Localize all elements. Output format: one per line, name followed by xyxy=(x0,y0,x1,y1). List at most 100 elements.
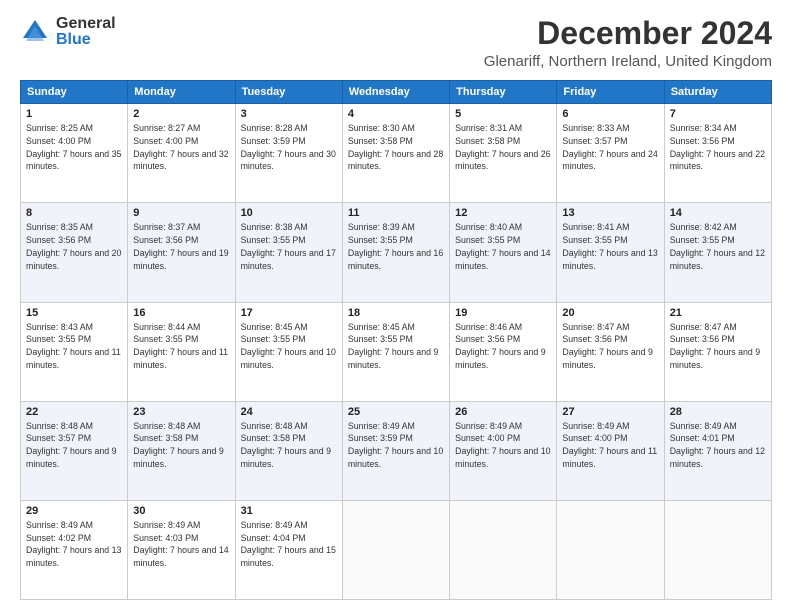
day-info: Sunrise: 8:49 AMSunset: 4:01 PMDaylight:… xyxy=(670,420,766,471)
day-info: Sunrise: 8:38 AMSunset: 3:55 PMDaylight:… xyxy=(241,221,337,272)
day-number: 28 xyxy=(670,406,766,418)
day-info: Sunrise: 8:34 AMSunset: 3:56 PMDaylight:… xyxy=(670,122,766,173)
day-info: Sunrise: 8:41 AMSunset: 3:55 PMDaylight:… xyxy=(562,221,658,272)
day-info: Sunrise: 8:48 AMSunset: 3:57 PMDaylight:… xyxy=(26,420,122,471)
calendar-cell: 17 Sunrise: 8:45 AMSunset: 3:55 PMDayligh… xyxy=(235,302,342,401)
calendar-week-row: 29 Sunrise: 8:49 AMSunset: 4:02 PMDayligh… xyxy=(21,500,772,599)
day-number: 3 xyxy=(241,108,337,120)
day-info: Sunrise: 8:48 AMSunset: 3:58 PMDaylight:… xyxy=(241,420,337,471)
day-number: 29 xyxy=(26,505,122,517)
calendar-day-header: Saturday xyxy=(664,81,771,104)
calendar-cell: 16Sunrise: 8:44 AMSunset: 3:55 PMDayligh… xyxy=(128,302,235,401)
day-info: Sunrise: 8:45 AMSunset: 3:55 PMDaylight:… xyxy=(348,321,444,372)
day-info: Sunrise: 8:48 AMSunset: 3:58 PMDaylight:… xyxy=(133,420,229,471)
calendar-cell: 15 Sunrise: 8:43 AMSunset: 3:55 PMDayligh… xyxy=(21,302,128,401)
calendar-cell: 2 Sunrise: 8:27 AMSunset: 4:00 PMDaylight… xyxy=(128,104,235,203)
calendar-week-row: 1Sunrise: 8:25 AMSunset: 4:00 PMDaylight… xyxy=(21,104,772,203)
calendar-cell: 29 Sunrise: 8:49 AMSunset: 4:02 PMDayligh… xyxy=(21,500,128,599)
calendar-cell: 11Sunrise: 8:39 AMSunset: 3:55 PMDayligh… xyxy=(342,203,449,302)
header: General Blue December 2024 Glenariff, No… xyxy=(20,16,772,70)
day-info: Sunrise: 8:49 AMSunset: 3:59 PMDaylight:… xyxy=(348,420,444,471)
day-number: 27 xyxy=(562,406,658,418)
calendar-day-header: Thursday xyxy=(450,81,557,104)
day-number: 11 xyxy=(348,207,444,219)
day-info: Sunrise: 8:43 AMSunset: 3:55 PMDaylight:… xyxy=(26,321,122,372)
page: General Blue December 2024 Glenariff, No… xyxy=(0,0,792,612)
logo-icon xyxy=(20,17,50,47)
calendar-cell: 9Sunrise: 8:37 AMSunset: 3:56 PMDaylight… xyxy=(128,203,235,302)
calendar-week-row: 22 Sunrise: 8:48 AMSunset: 3:57 PMDayligh… xyxy=(21,401,772,500)
day-info: Sunrise: 8:44 AMSunset: 3:55 PMDaylight:… xyxy=(133,321,229,372)
day-number: 20 xyxy=(562,307,658,319)
calendar-cell: 1Sunrise: 8:25 AMSunset: 4:00 PMDaylight… xyxy=(21,104,128,203)
day-info: Sunrise: 8:30 AMSunset: 3:58 PMDaylight:… xyxy=(348,122,444,173)
day-number: 19 xyxy=(455,307,551,319)
day-info: Sunrise: 8:47 AMSunset: 3:56 PMDaylight:… xyxy=(670,321,766,372)
day-info: Sunrise: 8:35 AMSunset: 3:56 PMDaylight:… xyxy=(26,221,122,272)
calendar-cell: 23Sunrise: 8:48 AMSunset: 3:58 PMDayligh… xyxy=(128,401,235,500)
calendar-cell: 14 Sunrise: 8:42 AMSunset: 3:55 PMDayligh… xyxy=(664,203,771,302)
day-number: 25 xyxy=(348,406,444,418)
day-number: 30 xyxy=(133,505,229,517)
day-number: 26 xyxy=(455,406,551,418)
day-info: Sunrise: 8:33 AMSunset: 3:57 PMDaylight:… xyxy=(562,122,658,173)
day-number: 12 xyxy=(455,207,551,219)
calendar-cell: 6Sunrise: 8:33 AMSunset: 3:57 PMDaylight… xyxy=(557,104,664,203)
day-number: 17 xyxy=(241,307,337,319)
day-info: Sunrise: 8:42 AMSunset: 3:55 PMDaylight:… xyxy=(670,221,766,272)
day-number: 22 xyxy=(26,406,122,418)
calendar-table: SundayMondayTuesdayWednesdayThursdayFrid… xyxy=(20,80,772,600)
day-number: 24 xyxy=(241,406,337,418)
subtitle: Glenariff, Northern Ireland, United King… xyxy=(484,53,772,70)
calendar-week-row: 15 Sunrise: 8:43 AMSunset: 3:55 PMDayligh… xyxy=(21,302,772,401)
main-title: December 2024 xyxy=(484,16,772,51)
day-info: Sunrise: 8:45 AMSunset: 3:55 PMDaylight:… xyxy=(241,321,337,372)
calendar-cell: 7Sunrise: 8:34 AMSunset: 3:56 PMDaylight… xyxy=(664,104,771,203)
day-number: 14 xyxy=(670,207,766,219)
day-info: Sunrise: 8:28 AMSunset: 3:59 PMDaylight:… xyxy=(241,122,337,173)
calendar-cell xyxy=(342,500,449,599)
day-number: 5 xyxy=(455,108,551,120)
day-info: Sunrise: 8:49 AMSunset: 4:04 PMDaylight:… xyxy=(241,519,337,570)
day-info: Sunrise: 8:47 AMSunset: 3:56 PMDaylight:… xyxy=(562,321,658,372)
calendar-cell: 18 Sunrise: 8:45 AMSunset: 3:55 PMDayligh… xyxy=(342,302,449,401)
calendar-cell xyxy=(557,500,664,599)
calendar-cell: 31 Sunrise: 8:49 AMSunset: 4:04 PMDayligh… xyxy=(235,500,342,599)
day-info: Sunrise: 8:27 AMSunset: 4:00 PMDaylight:… xyxy=(133,122,229,173)
day-number: 18 xyxy=(348,307,444,319)
day-info: Sunrise: 8:49 AMSunset: 4:00 PMDaylight:… xyxy=(562,420,658,471)
calendar-day-header: Monday xyxy=(128,81,235,104)
day-info: Sunrise: 8:49 AMSunset: 4:03 PMDaylight:… xyxy=(133,519,229,570)
calendar-cell: 26Sunrise: 8:49 AMSunset: 4:00 PMDayligh… xyxy=(450,401,557,500)
calendar-cell: 10Sunrise: 8:38 AMSunset: 3:55 PMDayligh… xyxy=(235,203,342,302)
calendar-cell: 24 Sunrise: 8:48 AMSunset: 3:58 PMDayligh… xyxy=(235,401,342,500)
day-info: Sunrise: 8:49 AMSunset: 4:02 PMDaylight:… xyxy=(26,519,122,570)
calendar-cell: 3 Sunrise: 8:28 AMSunset: 3:59 PMDaylight… xyxy=(235,104,342,203)
day-number: 15 xyxy=(26,307,122,319)
logo: General Blue xyxy=(20,16,116,48)
day-number: 21 xyxy=(670,307,766,319)
day-number: 4 xyxy=(348,108,444,120)
calendar-day-header: Friday xyxy=(557,81,664,104)
calendar-cell: 22 Sunrise: 8:48 AMSunset: 3:57 PMDayligh… xyxy=(21,401,128,500)
calendar-cell: 28 Sunrise: 8:49 AMSunset: 4:01 PMDayligh… xyxy=(664,401,771,500)
day-info: Sunrise: 8:46 AMSunset: 3:56 PMDaylight:… xyxy=(455,321,551,372)
calendar-day-header: Sunday xyxy=(21,81,128,104)
day-number: 2 xyxy=(133,108,229,120)
day-info: Sunrise: 8:40 AMSunset: 3:55 PMDaylight:… xyxy=(455,221,551,272)
day-number: 13 xyxy=(562,207,658,219)
calendar-cell: 4 Sunrise: 8:30 AMSunset: 3:58 PMDaylight… xyxy=(342,104,449,203)
calendar-cell: 5 Sunrise: 8:31 AMSunset: 3:58 PMDaylight… xyxy=(450,104,557,203)
calendar-cell: 12 Sunrise: 8:40 AMSunset: 3:55 PMDayligh… xyxy=(450,203,557,302)
calendar-cell: 21 Sunrise: 8:47 AMSunset: 3:56 PMDayligh… xyxy=(664,302,771,401)
day-info: Sunrise: 8:31 AMSunset: 3:58 PMDaylight:… xyxy=(455,122,551,173)
calendar-cell: 20 Sunrise: 8:47 AMSunset: 3:56 PMDayligh… xyxy=(557,302,664,401)
calendar-cell xyxy=(450,500,557,599)
calendar-header-row: SundayMondayTuesdayWednesdayThursdayFrid… xyxy=(21,81,772,104)
day-info: Sunrise: 8:25 AMSunset: 4:00 PMDaylight:… xyxy=(26,122,122,173)
calendar-cell: 30 Sunrise: 8:49 AMSunset: 4:03 PMDayligh… xyxy=(128,500,235,599)
logo-general: General xyxy=(56,16,116,32)
day-number: 31 xyxy=(241,505,337,517)
calendar-cell: 19 Sunrise: 8:46 AMSunset: 3:56 PMDayligh… xyxy=(450,302,557,401)
logo-blue: Blue xyxy=(56,32,116,48)
